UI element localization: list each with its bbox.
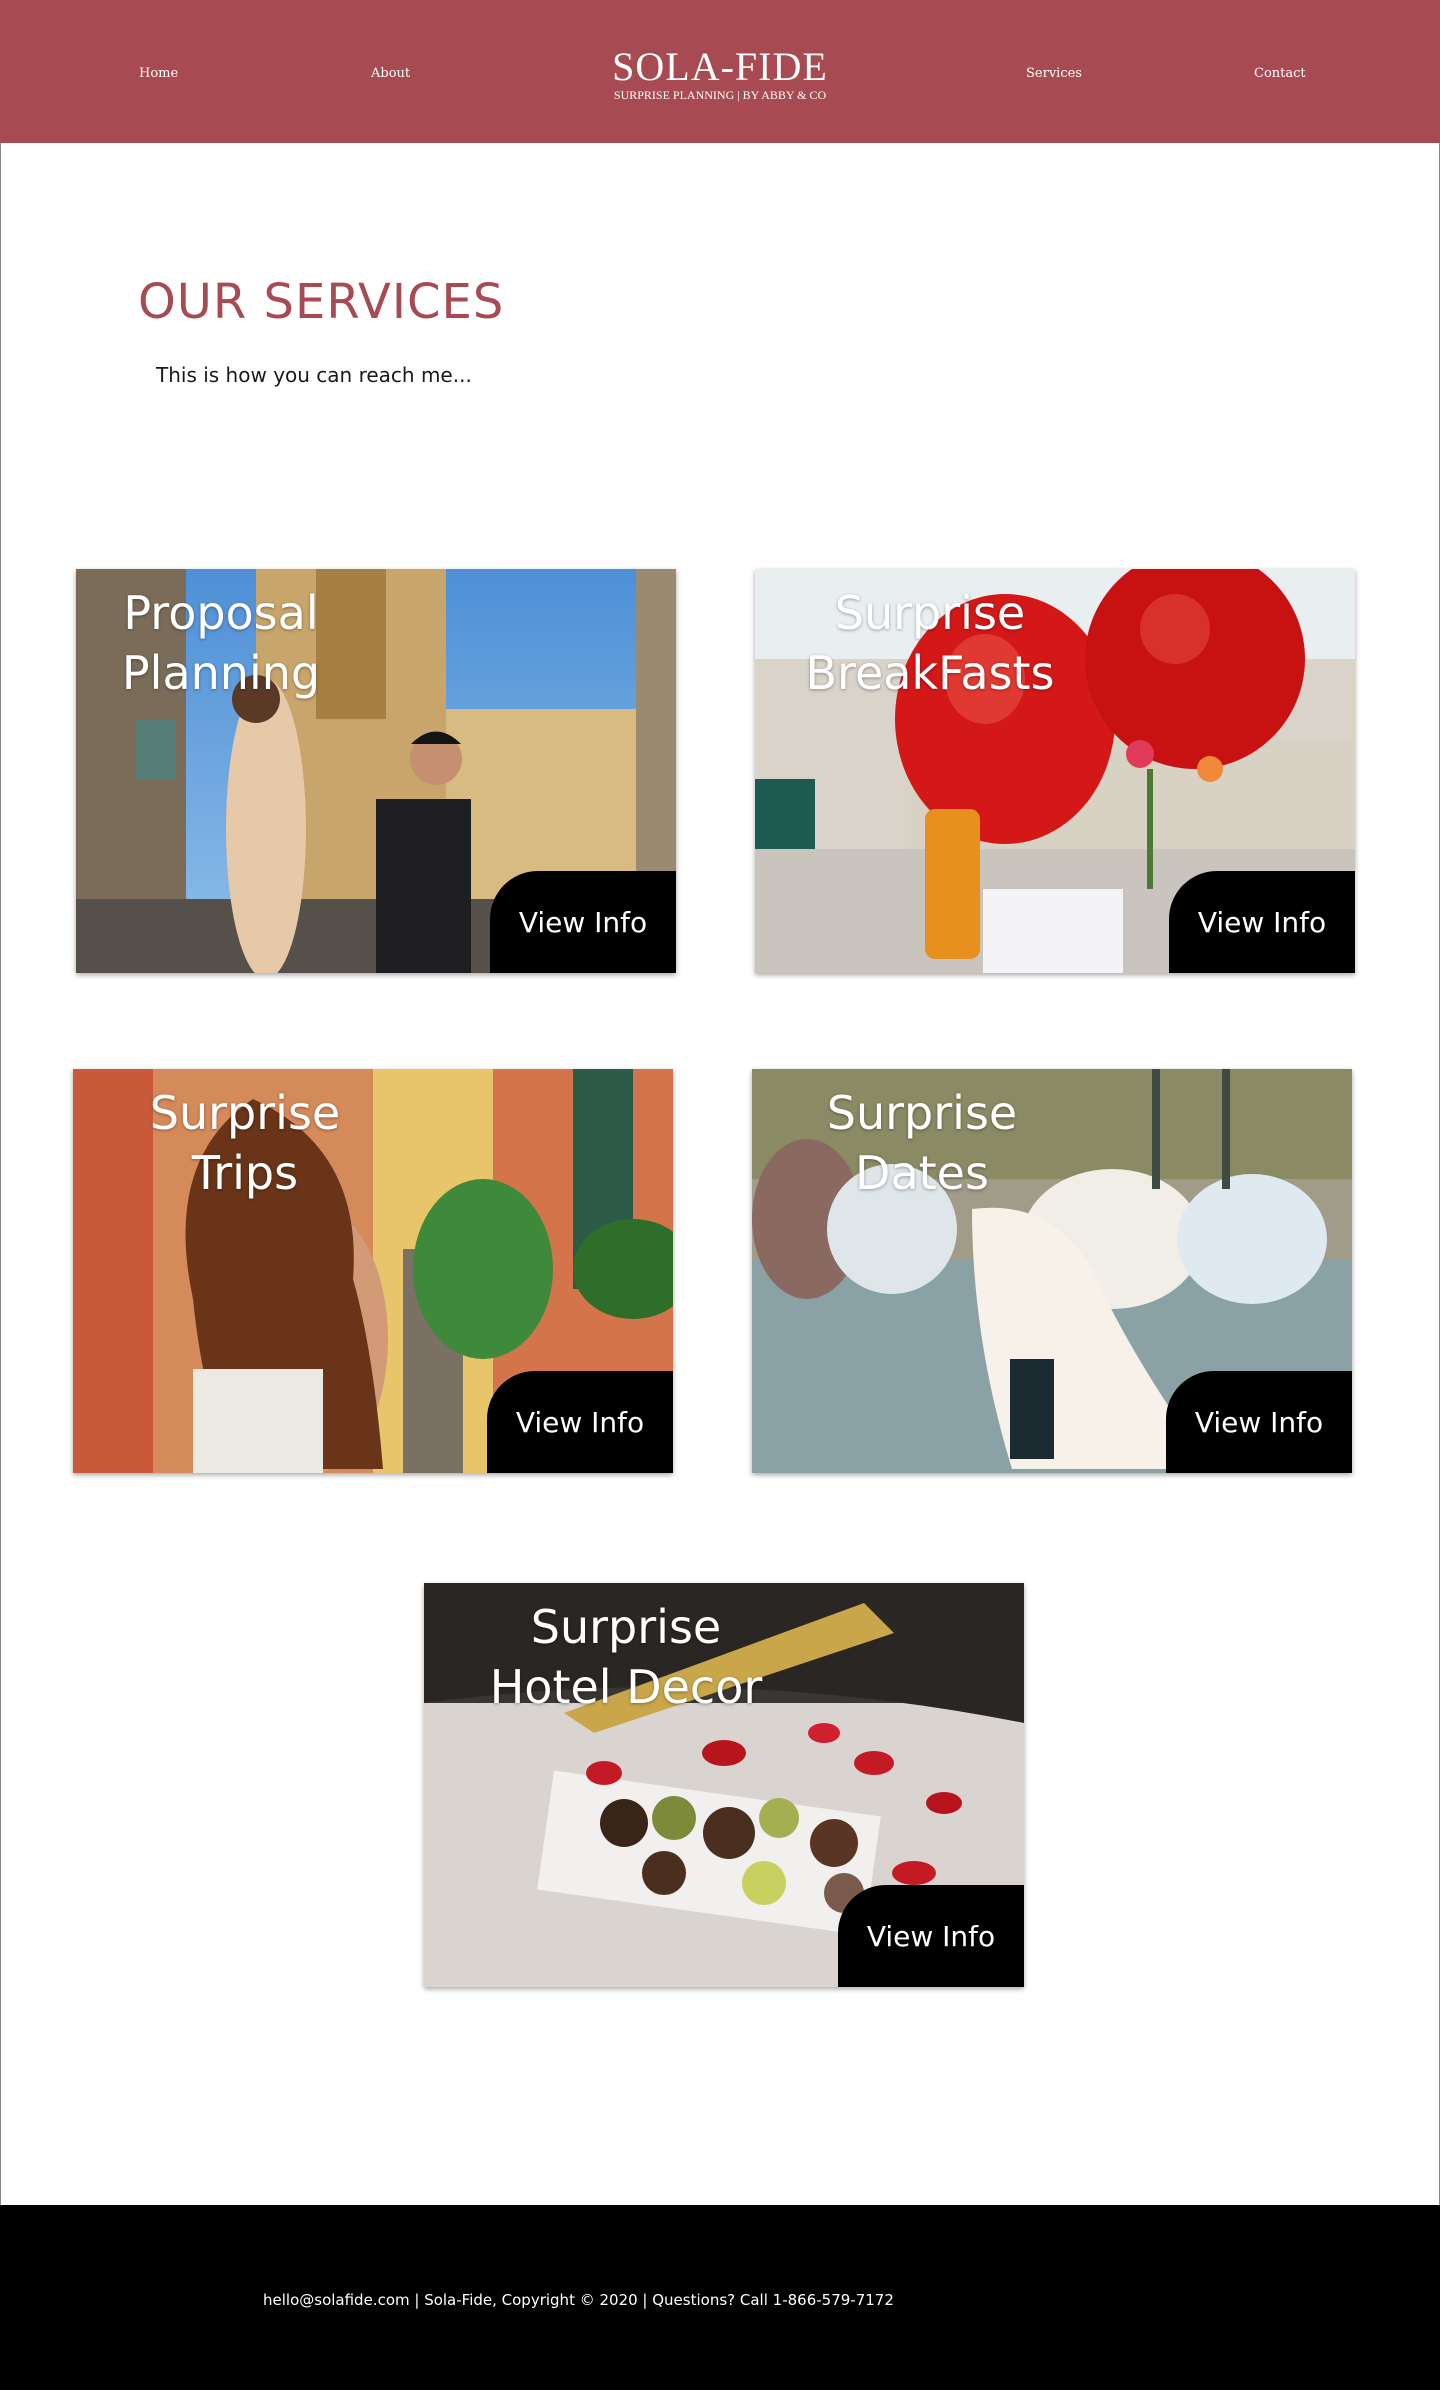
card-title-line2: Trips — [191, 1146, 299, 1200]
view-info-button[interactable]: View Info — [1166, 1371, 1352, 1473]
service-card-trips[interactable]: Surprise Trips View Info — [73, 1069, 673, 1473]
card-title: Surprise BreakFasts — [785, 583, 1075, 703]
page-intro: This is how you can reach me... — [156, 363, 472, 387]
service-card-hotel-decor[interactable]: Surprise Hotel Decor View Info — [424, 1583, 1024, 1987]
brand-title: SOLA-FIDE — [612, 44, 828, 89]
view-info-button[interactable]: View Info — [490, 871, 676, 973]
page-title: OUR SERVICES — [138, 274, 505, 330]
card-title-line2: Planning — [121, 646, 321, 700]
card-title: Proposal Planning — [76, 583, 366, 703]
nav-contact-link[interactable]: Contact — [1254, 66, 1306, 81]
view-info-button[interactable]: View Info — [487, 1371, 673, 1473]
card-title-line1: Proposal — [123, 586, 319, 640]
brand-logo[interactable]: SOLA-FIDE SURPRISE PLANNING | BY ABBY & … — [0, 44, 1440, 103]
footer-contact-text: hello@solafide.com | Sola-Fide, Copyrigh… — [263, 2291, 894, 2309]
view-info-button[interactable]: View Info — [838, 1885, 1024, 1987]
card-title: Surprise Dates — [777, 1083, 1067, 1203]
service-card-breakfasts[interactable]: Surprise BreakFasts View Info — [755, 569, 1355, 973]
card-title: Surprise Hotel Decor — [481, 1597, 771, 1717]
card-title-line2: Dates — [855, 1146, 989, 1200]
card-title-line2: Hotel Decor — [489, 1660, 763, 1714]
site-footer: hello@solafide.com | Sola-Fide, Copyrigh… — [0, 2205, 1440, 2390]
card-title-line1: Surprise — [530, 1600, 722, 1654]
view-info-button[interactable]: View Info — [1169, 871, 1355, 973]
card-title-line1: Surprise — [149, 1086, 341, 1140]
nav-services-link[interactable]: Services — [1026, 66, 1082, 81]
card-title-line1: Surprise — [826, 1086, 1018, 1140]
service-card-proposal[interactable]: Proposal Planning View Info — [76, 569, 676, 973]
card-title: Surprise Trips — [100, 1083, 390, 1203]
site-header: Home About SOLA-FIDE SURPRISE PLANNING |… — [0, 0, 1440, 143]
card-title-line1: Surprise — [834, 586, 1026, 640]
brand-subtitle: SURPRISE PLANNING | BY ABBY & CO — [613, 88, 827, 102]
card-title-line2: BreakFasts — [805, 646, 1055, 700]
service-card-dates[interactable]: Surprise Dates View Info — [752, 1069, 1352, 1473]
